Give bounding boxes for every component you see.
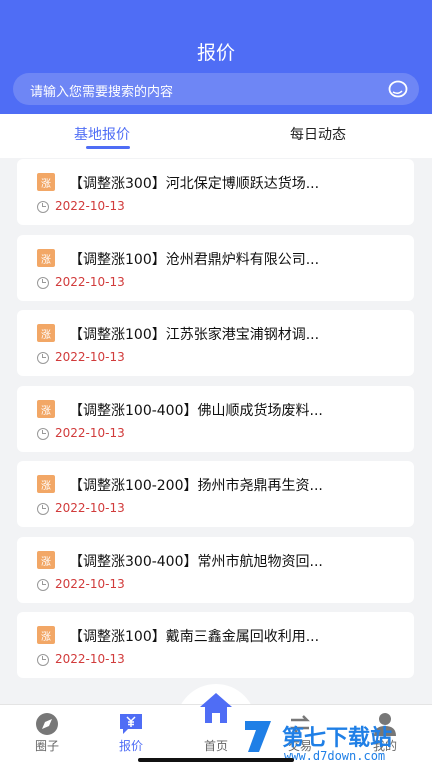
tabbar-label: 圈子 [34, 739, 59, 753]
list-item[interactable]: 涨 【调整涨100-200】扬州市尧鼎再生资... 2022-10-13 [17, 461, 414, 527]
rise-badge-icon: 涨 [37, 475, 55, 493]
home-icon [200, 693, 232, 723]
list-item-title: 【调整涨100】江苏张家港宝浦钢材调... [69, 327, 320, 343]
list-item-date: 2022-10-13 [55, 426, 125, 440]
list-item-date: 2022-10-13 [55, 350, 125, 364]
clock-icon [37, 201, 49, 213]
list-item-date: 2022-10-13 [55, 652, 125, 666]
page-title: 报价 [196, 42, 235, 64]
list-item[interactable]: 涨 【调整涨100-400】佛山顺成货场废料... 2022-10-13 [17, 386, 414, 452]
list-item-title: 【调整涨100-200】扬州市尧鼎再生资... [69, 478, 323, 494]
search-icon[interactable] [387, 79, 409, 99]
clock-icon [37, 352, 49, 364]
list-item-date: 2022-10-13 [55, 199, 125, 213]
rise-badge-icon: 涨 [37, 400, 55, 418]
clock-icon [37, 503, 49, 515]
clock-icon [37, 277, 49, 289]
tab-base-quote[interactable]: 基地报价 [74, 124, 130, 144]
list-item-title: 【调整涨300-400】常州市航旭物资回... [69, 554, 323, 570]
yen-chat-icon [120, 714, 142, 734]
rise-badge-icon: 涨 [37, 551, 55, 569]
home-indicator [138, 758, 294, 762]
search-input[interactable]: 请输入您需要搜索的内容 [13, 73, 419, 105]
app-header: 报价 请输入您需要搜索的内容 [0, 0, 432, 114]
watermark-text: 第七下载站 [282, 726, 393, 751]
tab-bar: 基地报价 每日动态 [0, 114, 432, 158]
search-placeholder: 请输入您需要搜索的内容 [30, 85, 174, 100]
rise-badge-icon: 涨 [37, 324, 55, 342]
clock-icon [37, 428, 49, 440]
tabbar-item-circle[interactable]: 圈子 [12, 705, 82, 768]
list-item[interactable]: 涨 【调整涨100】沧州君鼎炉料有限公司... 2022-10-13 [17, 235, 414, 301]
list-item-date: 2022-10-13 [55, 577, 125, 591]
clock-icon [37, 654, 49, 666]
rise-badge-icon: 涨 [37, 626, 55, 644]
tab-daily-news[interactable]: 每日动态 [290, 124, 346, 144]
list-item-title: 【调整涨100】沧州君鼎炉料有限公司... [69, 252, 320, 268]
list-item-title: 【调整涨300】河北保定博顺跃达货场... [69, 176, 320, 192]
tabbar-label: 报价 [118, 739, 143, 753]
watermark-logo-icon [245, 721, 271, 752]
list-item-date: 2022-10-13 [55, 501, 125, 515]
list-item-title: 【调整涨100-400】佛山顺成货场废料... [69, 403, 323, 419]
watermark-url: www.d7down.com [284, 749, 386, 763]
rise-badge-icon: 涨 [37, 249, 55, 267]
tabbar-label: 首页 [203, 739, 228, 753]
tab-active-indicator [86, 146, 130, 149]
circle-compass-icon [36, 713, 58, 735]
list-item-title: 【调整涨100】戴南三鑫金属回收利用... [69, 629, 320, 645]
list-item[interactable]: 涨 【调整涨100】江苏张家港宝浦钢材调... 2022-10-13 [17, 310, 414, 376]
list-item-date: 2022-10-13 [55, 275, 125, 289]
list-item[interactable]: 涨 【调整涨100】戴南三鑫金属回收利用... 2022-10-13 [17, 612, 414, 678]
clock-icon [37, 579, 49, 591]
rise-badge-icon: 涨 [37, 173, 55, 191]
list-item[interactable]: 涨 【调整涨300】河北保定博顺跃达货场... 2022-10-13 [17, 159, 414, 225]
list-item[interactable]: 涨 【调整涨300-400】常州市航旭物资回... 2022-10-13 [17, 537, 414, 603]
